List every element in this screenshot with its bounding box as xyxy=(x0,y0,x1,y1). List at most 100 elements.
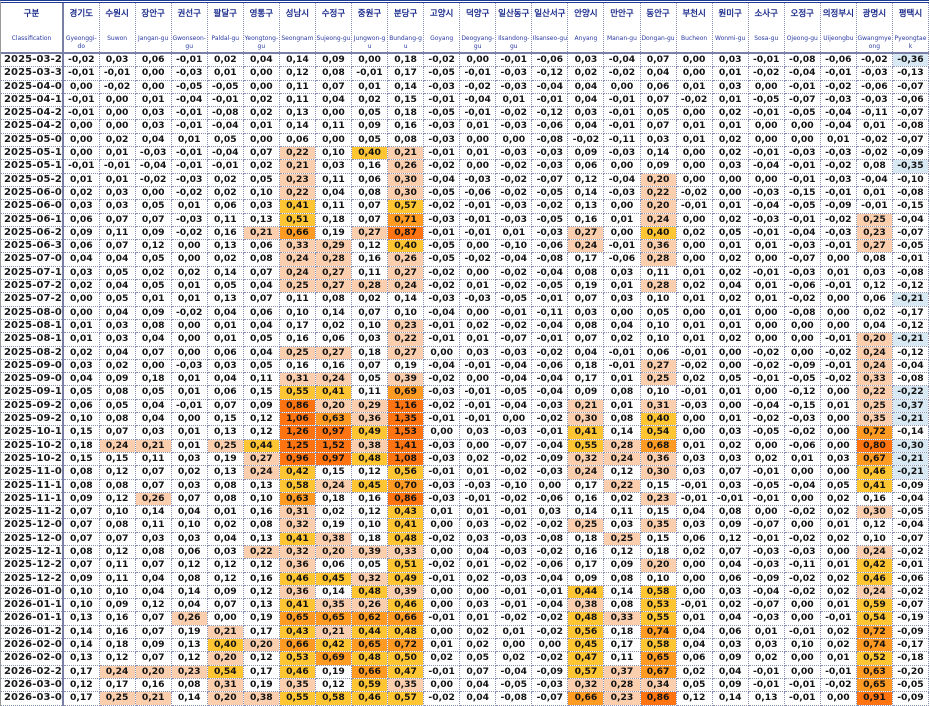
table-cell: -0,05 xyxy=(495,678,533,693)
table-cell: 0,24 xyxy=(856,585,893,600)
table-cell: 0,10 xyxy=(279,306,316,320)
table-cell: -0,03 xyxy=(459,173,497,187)
table-cell: 0,07 xyxy=(640,53,677,68)
table-cell: 0,21 xyxy=(207,625,244,640)
table-cell: 0,00 xyxy=(676,213,713,227)
table-cell: -0,04 xyxy=(495,399,533,414)
table-cell: 0,66 xyxy=(387,611,425,626)
table-cell: -0,01 xyxy=(603,106,641,121)
table-cell: 0,23 xyxy=(387,319,425,334)
table-cell: 0,07 xyxy=(63,518,100,533)
table-cell: 0,01 xyxy=(423,638,461,653)
table-cell: 0,10 xyxy=(63,585,100,600)
table-cell: -0,01 xyxy=(99,66,136,81)
table-cell: 0,18 xyxy=(351,532,389,546)
table-cell: 0,07 xyxy=(243,266,280,281)
table-cell: 0,01 xyxy=(748,279,785,294)
table-cell: 0,19 xyxy=(315,518,353,533)
table-cell: -0,35 xyxy=(892,159,930,174)
table-cell: 0,00 xyxy=(712,173,749,187)
table-cell: 0,30 xyxy=(387,173,425,187)
column-header-en: Paldal-gu xyxy=(211,35,240,42)
table-cell: 0,06 xyxy=(207,199,244,214)
table-cell: 0,22 xyxy=(387,332,425,347)
table-cell: 0,16 xyxy=(351,252,389,267)
table-cell: -0,05 xyxy=(748,93,785,108)
table-cell: 0,01 xyxy=(459,465,497,480)
table-cell: 0,05 xyxy=(712,226,749,241)
table-cell: -0,03 xyxy=(603,186,641,201)
table-cell: -0,05 xyxy=(892,239,930,254)
table-cell: -0,02 xyxy=(820,346,857,360)
table-cell: 0,27 xyxy=(315,279,353,294)
table-cell: -0,01 xyxy=(748,465,785,480)
table-cell: 0,03 xyxy=(567,106,605,121)
table-cell: 0,18 xyxy=(387,53,425,68)
table-cell: 0,09 xyxy=(712,518,749,533)
table-cell: -0,02 xyxy=(495,518,533,533)
table-cell: -0,01 xyxy=(784,80,821,94)
table-cell: -0,01 xyxy=(784,625,821,640)
table-cell: -0,03 xyxy=(423,119,461,134)
table-cell: 0,86 xyxy=(640,691,677,706)
table-cell: 0,86 xyxy=(387,492,425,507)
table-cell: 0,17 xyxy=(63,691,100,706)
table-cell: 0,48 xyxy=(351,585,389,600)
table-cell: 0,00 xyxy=(135,186,172,201)
table-row: 2026-02-02 0,14 0,18 0,09 0,13 0,40 0,20 0,66 0,… xyxy=(1,638,930,653)
table-cell: 0,00 xyxy=(207,611,244,626)
table-cell: 0,05 xyxy=(676,678,713,693)
row-date: 2025-09-15 xyxy=(1,385,64,400)
table-cell: 0,08 xyxy=(567,319,605,334)
table-cell: 1,26 xyxy=(279,425,316,440)
table-cell: 0,12 xyxy=(207,558,244,573)
table-cell: 0,16 xyxy=(279,359,316,374)
table-cell: 0,01 xyxy=(820,558,857,573)
table-cell: 0,02 xyxy=(676,545,713,560)
table-cell: -0,03 xyxy=(784,239,821,254)
table-cell: -0,05 xyxy=(784,372,821,387)
table-cell: 0,22 xyxy=(603,479,641,493)
table-cell: -0,03 xyxy=(820,226,857,241)
table-cell: 0,07 xyxy=(712,545,749,560)
table-cell: 0,41 xyxy=(279,532,316,546)
table-cell: 0,06 xyxy=(676,532,713,546)
table-cell: 0,01 xyxy=(459,611,497,626)
table-cell: 0,01 xyxy=(676,119,713,134)
table-cell: -0,02 xyxy=(171,306,208,320)
table-cell: 0,16 xyxy=(279,332,316,347)
table-cell: 0,17 xyxy=(99,678,136,693)
table-cell: 0,02 xyxy=(315,505,353,520)
table-cell: 1,52 xyxy=(315,439,353,453)
table-cell: 0,04 xyxy=(243,346,280,360)
table-cell: 0,63 xyxy=(279,492,316,507)
table-cell: -0,04 xyxy=(207,119,244,134)
table-cell: -0,21 xyxy=(892,465,930,480)
table-cell: 0,52 xyxy=(856,651,893,666)
table-cell: 0,12 xyxy=(279,66,316,81)
table-cell: -0,03 xyxy=(171,213,208,227)
table-cell: 0,65 xyxy=(856,678,893,693)
table-cell: -0,02 xyxy=(676,359,713,374)
column-header-en: Suwon xyxy=(107,35,128,42)
table-cell: -0,01 xyxy=(423,572,461,586)
table-cell: -0,22 xyxy=(892,385,930,400)
table-cell: 0,56 xyxy=(567,625,605,640)
table-cell: 0,03 xyxy=(459,518,497,533)
table-cell: 0,16 xyxy=(207,226,244,241)
table-cell: -0,07 xyxy=(892,532,930,546)
table-cell: -0,03 xyxy=(423,452,461,467)
table-cell: 0,40 xyxy=(640,226,677,241)
table-cell: 0,00 xyxy=(784,651,821,666)
column-header-classification: 구분 Classification xyxy=(1,3,64,54)
table-cell: -0,02 xyxy=(423,558,461,573)
column-header: 장안구 Jangan-gu xyxy=(135,3,172,54)
row-date: 2025-05-26 xyxy=(1,173,64,187)
table-cell: -0,12 xyxy=(892,319,930,334)
table-cell: -0,03 xyxy=(495,425,533,440)
table-cell: -0,02 xyxy=(531,611,569,626)
table-cell: 0,00 xyxy=(63,80,100,94)
table-cell: 0,10 xyxy=(640,572,677,586)
table-cell: 0,24 xyxy=(856,359,893,374)
table-cell: 0,00 xyxy=(820,252,857,267)
